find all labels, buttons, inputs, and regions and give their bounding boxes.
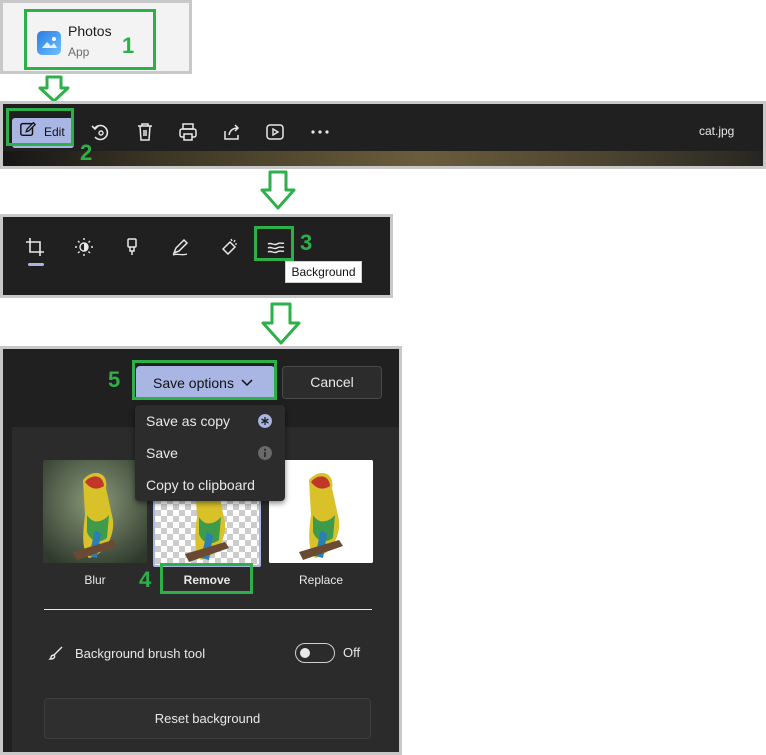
delete-icon[interactable] bbox=[134, 121, 156, 143]
rotate-icon[interactable] bbox=[89, 121, 111, 143]
highlight-box-2 bbox=[6, 108, 74, 146]
down-arrow-icon bbox=[261, 302, 301, 345]
cancel-label: Cancel bbox=[310, 374, 354, 390]
crop-icon[interactable] bbox=[25, 237, 45, 257]
background-tooltip: Background bbox=[285, 261, 362, 283]
step-number-1: 1 bbox=[122, 33, 135, 58]
background-brush-label: Background brush tool bbox=[75, 646, 206, 661]
share-icon[interactable] bbox=[221, 121, 243, 143]
cancel-button[interactable]: Cancel bbox=[282, 366, 382, 399]
more-icon[interactable] bbox=[309, 121, 331, 143]
brush-toggle[interactable] bbox=[295, 643, 335, 663]
info-icon bbox=[258, 446, 272, 460]
viewer-toolbar-panel: Edit cat.jpg bbox=[0, 101, 766, 169]
down-arrow-icon bbox=[260, 170, 296, 210]
menu-item-save-as-copy[interactable]: Save as copy bbox=[146, 413, 230, 429]
divider bbox=[44, 609, 372, 610]
brush-icon bbox=[48, 646, 63, 660]
menu-item-copy-to-clipboard[interactable]: Copy to clipboard bbox=[146, 477, 255, 493]
background-editor-panel: Save options Cancel Blur Remove Replace … bbox=[0, 346, 402, 755]
blur-label: Blur bbox=[84, 573, 106, 587]
edit-toolbar-panel: Background bbox=[0, 214, 393, 298]
reset-background-label: Reset background bbox=[154, 711, 261, 726]
step-number-2: 2 bbox=[80, 140, 93, 165]
selected-tool-indicator bbox=[28, 263, 44, 266]
filter-icon[interactable] bbox=[122, 237, 142, 257]
photo-preview-strip bbox=[3, 151, 763, 166]
slideshow-icon[interactable] bbox=[264, 121, 286, 143]
blur-thumbnail[interactable] bbox=[43, 460, 147, 563]
markup-icon[interactable] bbox=[170, 237, 190, 257]
down-arrow-icon bbox=[38, 75, 70, 103]
highlight-box-4 bbox=[160, 563, 253, 594]
adjust-icon[interactable] bbox=[74, 237, 94, 257]
print-icon[interactable] bbox=[177, 121, 199, 143]
brush-toggle-state: Off bbox=[343, 645, 361, 660]
asterisk-icon bbox=[258, 414, 272, 428]
step-number-5: 5 bbox=[108, 367, 121, 392]
file-name: cat.jpg bbox=[699, 124, 735, 138]
save-options-menu: Save as copy Save Copy to clipboard bbox=[135, 405, 285, 501]
highlight-box-5 bbox=[132, 360, 277, 400]
step-number-4: 4 bbox=[139, 567, 152, 592]
menu-item-save[interactable]: Save bbox=[146, 445, 178, 461]
toggle-knob bbox=[300, 648, 310, 658]
highlight-box-3 bbox=[254, 226, 294, 261]
erase-icon[interactable] bbox=[219, 237, 239, 257]
step-number-3: 3 bbox=[300, 230, 313, 255]
reset-background-button[interactable]: Reset background bbox=[44, 698, 371, 739]
replace-label: Replace bbox=[298, 573, 344, 587]
highlight-box-1 bbox=[24, 9, 156, 70]
